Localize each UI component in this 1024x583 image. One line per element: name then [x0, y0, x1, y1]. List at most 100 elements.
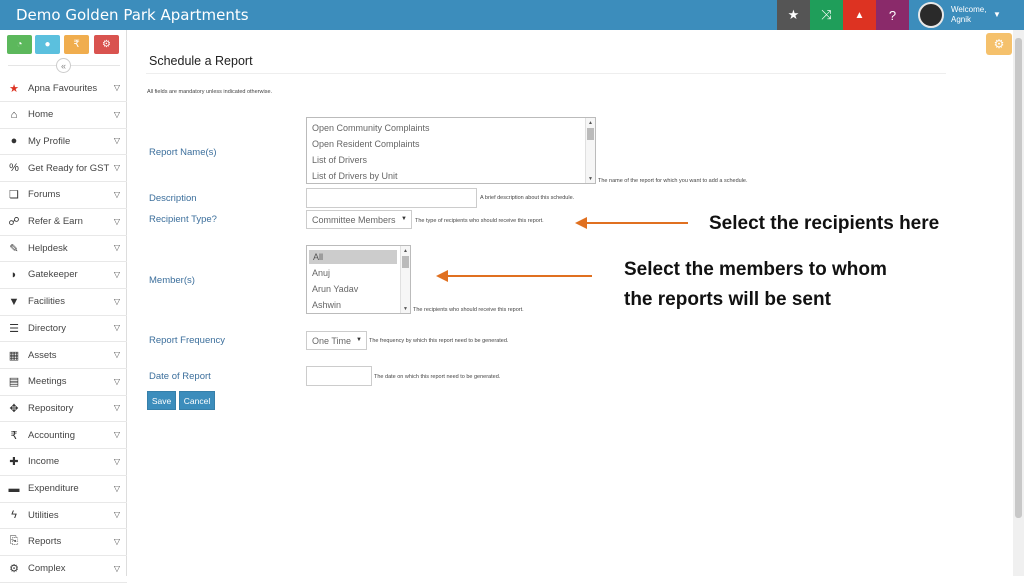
page-settings-button[interactable]: ⚙: [986, 33, 1012, 55]
sidebar-item-label: Refer & Earn: [28, 216, 83, 227]
sidebar-item-home[interactable]: ⌂ Home ▽: [0, 102, 127, 129]
scroll-down-icon[interactable]: ▼: [588, 176, 593, 182]
listbox-scrollbar[interactable]: ▲ ▼: [400, 246, 410, 313]
scrollbar-thumb[interactable]: [587, 128, 594, 140]
sidebar-item-forums[interactable]: ❏ Forums ▽: [0, 182, 127, 209]
app-title[interactable]: Demo Golden Park Apartments: [16, 6, 249, 24]
list-item[interactable]: Open Resident Complaints: [312, 139, 420, 149]
help-icon: ?: [888, 7, 897, 23]
report-names-listbox[interactable]: Open Community Complaints Open Resident …: [306, 117, 596, 184]
page-scrollbar[interactable]: [1013, 30, 1024, 576]
chevron-down-icon: ▽: [113, 296, 120, 306]
description-input[interactable]: [306, 188, 477, 208]
frequency-hint: The frequency by which this report need …: [369, 338, 509, 344]
sidebar-item-directory[interactable]: ☰ Directory ▽: [0, 315, 127, 343]
sidebar-item-label: Expenditure: [28, 483, 79, 494]
help-button[interactable]: ?: [876, 0, 909, 30]
members-callout-line2: the reports will be sent: [624, 289, 831, 310]
rupee-icon: ₹: [10, 429, 18, 442]
recipients-callout: Select the recipients here: [709, 213, 940, 234]
list-item[interactable]: List of Drivers: [312, 155, 367, 165]
scrollbar-thumb[interactable]: [1015, 38, 1022, 518]
list-icon: ☰: [9, 322, 19, 335]
report-names-hint: The name of the report for which you wan…: [598, 178, 748, 184]
description-hint: A brief description about this schedule.: [480, 195, 575, 201]
chevron-down-icon: ▽: [113, 456, 120, 466]
shuffle-icon: ⤨: [821, 7, 832, 22]
list-item[interactable]: Open Community Complaints: [312, 123, 430, 133]
chat-icon: ●: [44, 39, 51, 50]
list-item[interactable]: List of Drivers by Unit: [312, 171, 398, 181]
chevron-down-icon: ▽: [113, 510, 120, 520]
recipient-type-select[interactable]: Committee Members ▼: [306, 210, 412, 229]
recipient-type-label: Recipient Type?: [149, 214, 217, 225]
scroll-down-icon[interactable]: ▼: [403, 306, 408, 312]
sidebar-item-label: Directory: [28, 322, 67, 334]
sidebar-item-label: Utilities: [28, 509, 59, 521]
sidebar-item-label: Repository: [28, 402, 74, 414]
sidebar-item-accounting[interactable]: ₹ Accounting ▽: [0, 422, 127, 450]
list-item-selected[interactable]: All: [309, 250, 397, 264]
sidebar-item-refer-earn[interactable]: ☍ Refer & Earn ▽: [0, 209, 127, 236]
date-input[interactable]: [306, 366, 372, 386]
sidebar-item-complex[interactable]: ⚙ Complex ▽: [0, 556, 127, 583]
double-chevron-left-icon: «: [60, 60, 66, 71]
dashboard-icon: ◔: [16, 39, 23, 50]
favourites-button[interactable]: ★: [777, 0, 810, 30]
frequency-select[interactable]: One Time ▼: [306, 331, 367, 350]
sidebar-item-label: Accounting: [28, 429, 76, 441]
sidebar-item-label: Income: [28, 456, 60, 468]
sidebar-item-my-profile[interactable]: ● My Profile ▽: [0, 128, 127, 156]
cog-icon: ⚙: [9, 563, 19, 576]
calendar-icon: ▤: [8, 376, 20, 389]
chevron-down-icon: ▽: [113, 83, 120, 92]
mandatory-note: All fields are mandatory unless indicate…: [147, 89, 273, 95]
cancel-button[interactable]: Cancel: [179, 391, 215, 410]
report-names-label: Report Name(s): [149, 147, 217, 158]
settings-button[interactable]: ⚙: [94, 35, 119, 54]
user-menu[interactable]: Welcome, Agnik ▼: [951, 5, 1001, 25]
star-icon: ★: [787, 7, 800, 22]
dashboard-button[interactable]: ◔: [7, 35, 32, 54]
sidebar-item-helpdesk[interactable]: ✎ Helpdesk ▽: [0, 235, 127, 263]
building-icon: ▦: [8, 349, 20, 362]
sidebar-item-facilities[interactable]: ▼ Facilities ▽: [0, 289, 127, 316]
sidebar-item-assets[interactable]: ▦ Assets ▽: [0, 342, 127, 369]
members-listbox[interactable]: All Anuj Arun Yadav Ashwin ▲ ▼: [306, 245, 411, 314]
description-label: Description: [149, 193, 197, 204]
scrollbar-thumb[interactable]: [402, 256, 409, 268]
chevron-down-icon: ▽: [113, 109, 120, 119]
scroll-up-icon[interactable]: ▲: [588, 120, 593, 126]
sidebar-item-get-ready-for-gst[interactable]: % Get Ready for GST ▽: [0, 155, 127, 183]
list-item[interactable]: Anuj: [312, 268, 330, 278]
star-icon: ★: [9, 82, 19, 95]
wrench-icon: ✎: [9, 242, 19, 255]
sidebar-item-meetings[interactable]: ▤ Meetings ▽: [0, 369, 127, 396]
chat-button[interactable]: ●: [35, 35, 60, 54]
welcome-text: Welcome,: [951, 5, 987, 14]
rupee-button[interactable]: ₹: [64, 35, 89, 54]
sidebar-item-reports[interactable]: ⎘ Reports ▽: [0, 529, 127, 556]
user-icon: ●: [10, 135, 18, 148]
notifications-button[interactable]: ▲: [843, 0, 876, 30]
avatar[interactable]: [918, 2, 944, 28]
date-hint: The date on which this report need to be…: [374, 374, 501, 380]
sidebar-item-expenditure[interactable]: ▬ Expenditure ▽: [0, 476, 127, 503]
shuffle-button[interactable]: ⤨: [810, 0, 843, 30]
chevron-down-icon: ▽: [113, 376, 120, 386]
list-item[interactable]: Arun Yadav: [312, 284, 358, 294]
sidebar-collapse-button[interactable]: «: [56, 58, 71, 73]
sidebar-item-gatekeeper[interactable]: ◗ Gatekeeper ▽: [0, 262, 127, 289]
sidebar-item-utilities[interactable]: ϟ Utilities ▽: [0, 502, 127, 530]
sidebar-item-label: Gatekeeper: [28, 269, 78, 281]
sidebar-item-repository[interactable]: ✥ Repository ▽: [0, 395, 127, 423]
list-item[interactable]: Ashwin: [312, 300, 341, 310]
scroll-up-icon[interactable]: ▲: [403, 248, 408, 254]
bell-icon: ▲: [854, 9, 865, 21]
save-button[interactable]: Save: [147, 391, 176, 410]
listbox-scrollbar[interactable]: ▲ ▼: [585, 118, 595, 183]
sidebar-item-income[interactable]: ✚ Income ▽: [0, 449, 127, 476]
handshake-icon: ☍: [8, 216, 20, 228]
sidebar-item-apna-favourites[interactable]: ★ Apna Favourites ▽: [0, 75, 127, 102]
members-callout-line1: Select the members to whom: [624, 259, 887, 280]
